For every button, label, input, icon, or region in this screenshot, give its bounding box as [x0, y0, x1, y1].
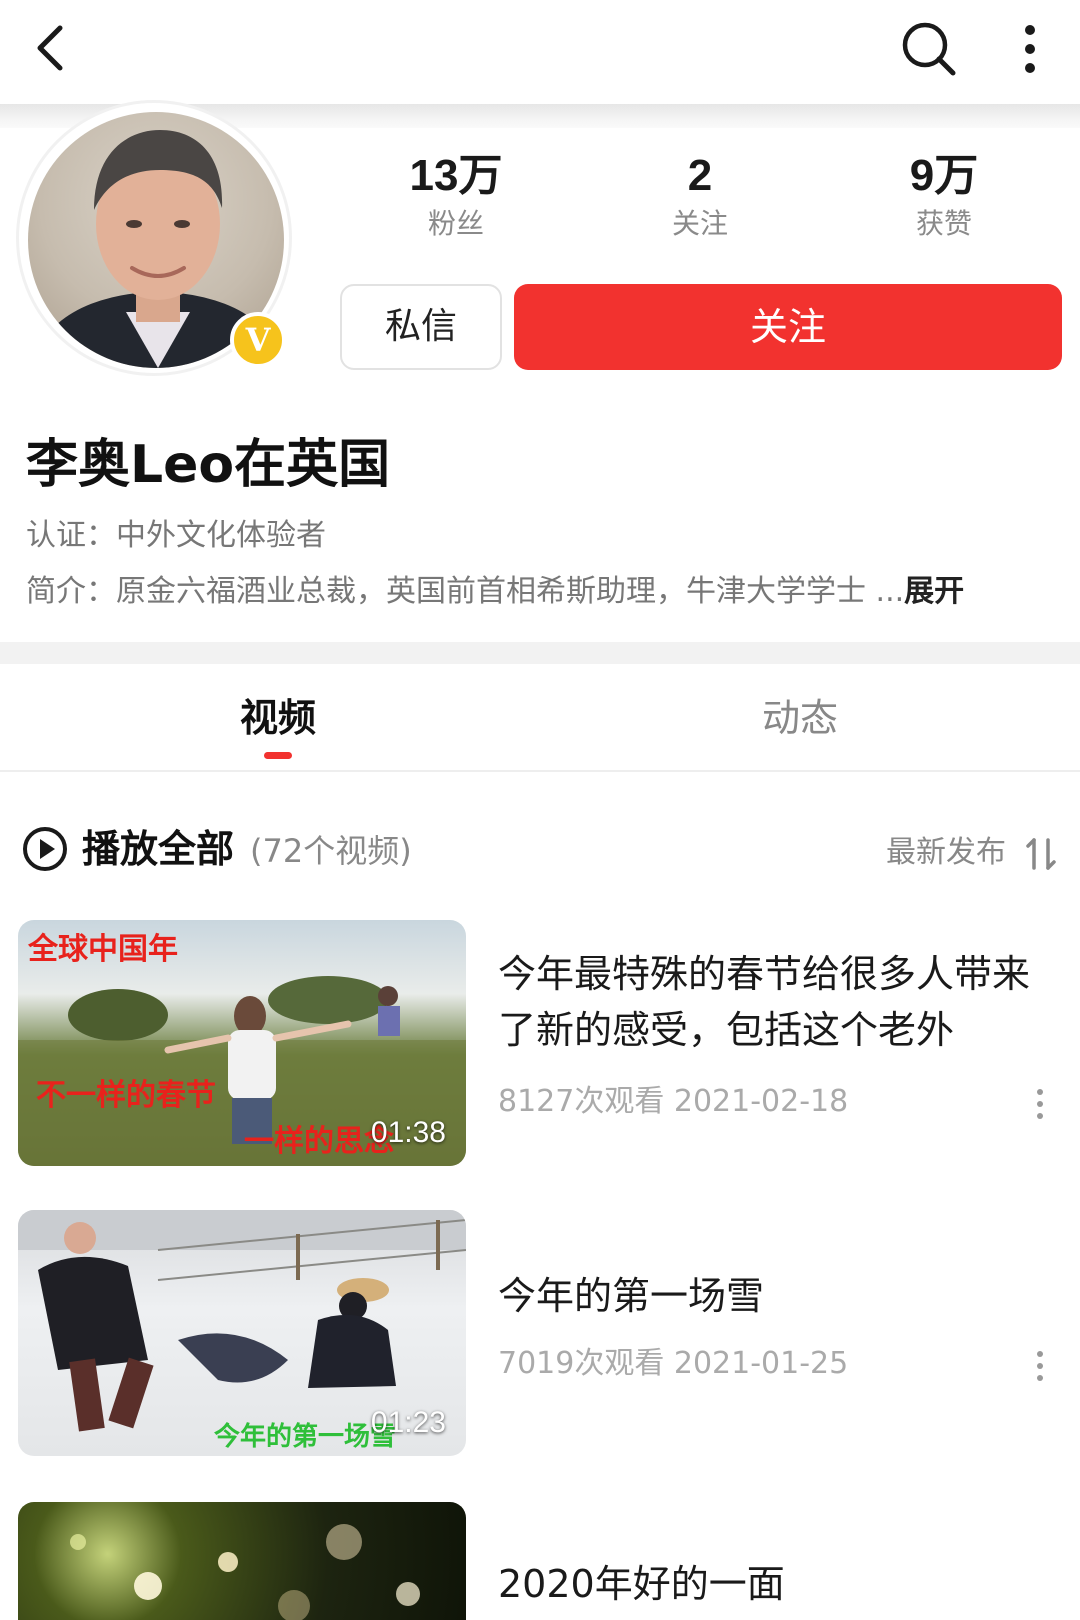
more-vertical-icon[interactable]	[1030, 1084, 1050, 1124]
more-vertical-icon[interactable]	[1030, 1346, 1050, 1386]
profile-name: 李奥Leo在英国	[26, 435, 391, 495]
video-title[interactable]: 今年的第一场雪	[498, 1268, 1058, 1324]
search-icon	[902, 22, 956, 76]
tab-activity[interactable]: 动态	[700, 690, 900, 746]
sort-icon[interactable]	[1024, 834, 1060, 874]
thumbnail-caption: 全球中国年	[28, 932, 178, 967]
search-button[interactable]	[898, 18, 960, 80]
video-thumbnail[interactable]	[18, 1502, 466, 1620]
video-duration: 01:38	[370, 1116, 446, 1149]
top-bar	[0, 0, 1080, 104]
certification-text: 认证：中外文化体验者	[26, 518, 326, 553]
video-title[interactable]: 今年最特殊的春节给很多人带来了新的感受，包括这个老外	[498, 946, 1058, 1058]
message-button[interactable]: 私信	[340, 284, 502, 370]
stat-value: 2	[687, 151, 713, 200]
stat-label: 关注	[671, 207, 728, 240]
thumbnail-caption: 今年的第一场雪	[214, 1422, 397, 1452]
more-button[interactable]	[1000, 18, 1060, 80]
play-all-button[interactable]: 播放全部	[82, 822, 234, 876]
video-thumbnail[interactable]: 今年的第一场雪 01:23	[18, 1210, 466, 1456]
tabs-divider	[0, 770, 1080, 772]
video-meta: 8127次观看 2021-02-18	[498, 1084, 849, 1119]
play-circle-icon[interactable]	[22, 826, 68, 872]
stat-likes[interactable]: 9万 获赞	[844, 150, 1044, 244]
bio-expand-link[interactable]: 展开	[904, 574, 964, 609]
verified-badge: V	[230, 312, 286, 368]
thumbnail-scene	[70, 1524, 420, 1620]
active-tab-indicator	[264, 752, 292, 759]
tab-videos[interactable]: 视频	[178, 690, 378, 746]
stat-following[interactable]: 2 关注	[600, 150, 800, 244]
stat-value: 9万	[909, 151, 979, 200]
section-divider	[0, 642, 1080, 664]
video-count: (72个视频)	[250, 832, 412, 870]
video-thumbnail[interactable]: 全球中国年 不一样的春节 一样的思念 01:38	[18, 920, 466, 1166]
stat-label: 粉丝	[427, 207, 484, 240]
bio-text: 简介：原金六福酒业总裁，英国前首相希斯助理，牛津大学学士 ...展开	[26, 570, 964, 614]
video-title[interactable]: 2020年好的一面	[498, 1556, 1058, 1612]
bio-content: 简介：原金六福酒业总裁，英国前首相希斯助理，牛津大学学士 ...	[26, 574, 905, 609]
back-button[interactable]	[26, 20, 82, 76]
follow-button[interactable]: 关注	[514, 284, 1062, 370]
more-vertical-icon	[1025, 25, 1035, 73]
stat-label: 获赞	[915, 207, 972, 240]
sort-button[interactable]: 最新发布	[886, 830, 1006, 876]
video-meta: 7019次观看 2021-01-25	[498, 1346, 849, 1381]
chevron-left-icon	[37, 25, 63, 71]
thumbnail-caption: 不一样的春节	[36, 1078, 216, 1113]
stat-followers[interactable]: 13万 粉丝	[356, 150, 556, 244]
stat-value: 13万	[409, 151, 503, 200]
video-duration: 01:23	[370, 1406, 446, 1439]
